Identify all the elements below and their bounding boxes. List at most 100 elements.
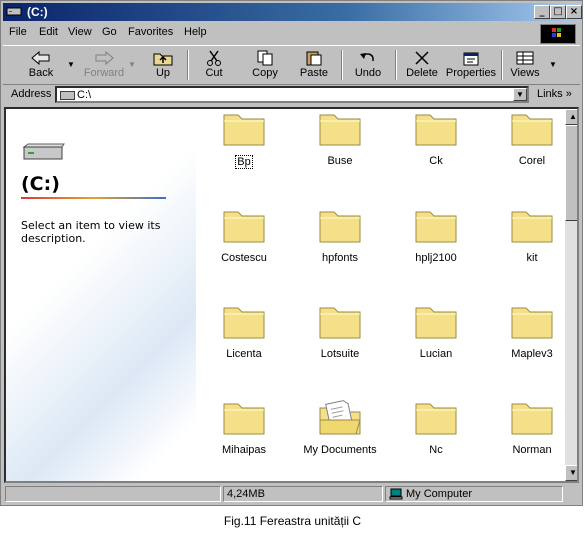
folder-icon <box>319 307 361 339</box>
folder-item[interactable]: Licenta <box>196 302 292 382</box>
scroll-down-button[interactable]: ▼ <box>565 465 577 481</box>
links-button[interactable]: Links » <box>537 88 572 100</box>
delete-x-icon <box>415 51 429 65</box>
maximize-button[interactable]: □ <box>550 5 566 19</box>
status-location: My Computer <box>385 486 563 502</box>
folder-name: Lucian <box>419 348 453 360</box>
copy-button[interactable]: Copy <box>248 48 282 82</box>
explorer-window: (C:) _ □ × File Edit View Go Favorites H… <box>0 0 583 506</box>
folder-name: Ck <box>429 155 443 167</box>
forward-button[interactable]: Forward <box>79 48 129 82</box>
drive-icon <box>60 91 75 100</box>
menu-favorites[interactable]: Favorites <box>128 26 173 38</box>
folder-icon <box>511 211 553 243</box>
folder-icon <box>511 403 553 435</box>
address-dropdown-button[interactable]: ▼ <box>513 88 527 101</box>
paste-button[interactable]: Paste <box>297 48 331 82</box>
address-bar: Address C:\ ▼ Links » <box>3 85 580 105</box>
windows-logo <box>540 24 576 44</box>
folder-name: Lotsuite <box>320 348 360 360</box>
menu-help[interactable]: Help <box>184 26 207 38</box>
folder-icon <box>511 114 553 146</box>
clipboard-icon <box>306 51 322 66</box>
folder-name: Corel <box>518 155 546 167</box>
address-value: C:\ <box>77 89 92 101</box>
folder-name: Licenta <box>226 348 262 360</box>
folder-item[interactable]: Buse <box>292 109 388 189</box>
folder-item[interactable]: Lucian <box>388 302 484 382</box>
folder-icon <box>319 211 361 243</box>
folder-item[interactable]: Nc <box>388 398 484 478</box>
vertical-scrollbar[interactable]: ▲ ▼ <box>565 109 577 481</box>
scroll-up-button[interactable]: ▲ <box>565 109 577 125</box>
folder-icon <box>319 114 361 146</box>
views-grid-icon <box>516 51 534 65</box>
folder-name: hplj2100 <box>415 252 457 264</box>
figure-caption: Fig.11 Fereastra unității C <box>223 514 362 528</box>
folder-item[interactable]: hpfonts <box>292 206 388 286</box>
pane-title: (C:) <box>21 173 60 195</box>
undo-icon <box>360 53 374 62</box>
back-dropdown[interactable]: ▼ <box>67 60 75 69</box>
status-size: 4,24MB <box>223 486 383 502</box>
folder-icon <box>223 114 265 146</box>
menu-edit[interactable]: Edit <box>39 26 58 38</box>
minimize-button[interactable]: _ <box>534 5 550 19</box>
properties-icon <box>463 52 479 66</box>
pane-description: Select an item to view its description. <box>21 219 161 245</box>
folder-item[interactable]: My Documents <box>292 398 388 478</box>
my-computer-icon <box>389 488 403 500</box>
folder-item[interactable]: Lotsuite <box>292 302 388 382</box>
menu-view[interactable]: View <box>68 26 92 38</box>
folder-item[interactable]: hplj2100 <box>388 206 484 286</box>
undo-button[interactable]: Undo <box>351 48 385 82</box>
drive-icon <box>6 7 22 16</box>
folder-item[interactable]: Costescu <box>196 206 292 286</box>
status-panel-left <box>5 486 221 502</box>
cut-button[interactable]: Cut <box>199 48 229 82</box>
folder-icon <box>415 211 457 243</box>
views-dropdown[interactable]: ▼ <box>549 60 557 69</box>
back-button[interactable]: Back <box>21 48 61 82</box>
folder-name: Bp <box>235 155 253 169</box>
folder-item[interactable]: Ck <box>388 109 484 189</box>
delete-button[interactable]: Delete <box>403 48 441 82</box>
close-button[interactable]: × <box>566 5 582 19</box>
scissors-icon <box>207 50 221 66</box>
forward-arrow-icon <box>95 50 114 66</box>
folder-grid: Bp Buse Ck Corel Costescu hpfonts hplj21… <box>196 109 564 481</box>
folder-item[interactable]: Mihaipas <box>196 398 292 478</box>
forward-dropdown[interactable]: ▼ <box>128 60 136 69</box>
my-documents-folder-icon <box>319 400 361 435</box>
address-input[interactable]: C:\ ▼ <box>55 86 529 103</box>
folder-name: My Documents <box>303 444 377 456</box>
up-folder-icon <box>153 53 173 66</box>
folder-icon <box>223 307 265 339</box>
copy-icon <box>257 50 273 66</box>
folder-icon <box>223 211 265 243</box>
folder-icon <box>415 307 457 339</box>
scroll-thumb[interactable] <box>565 125 577 221</box>
folder-name: Costescu <box>221 252 267 264</box>
folder-item[interactable]: Bp <box>196 109 292 189</box>
title-bar[interactable]: (C:) _ □ × <box>3 3 582 21</box>
folder-icon <box>511 307 553 339</box>
folder-name: hpfonts <box>321 252 359 264</box>
back-arrow-icon <box>31 50 50 66</box>
window-title: (C:) <box>27 5 48 19</box>
address-label: Address <box>11 88 52 100</box>
menu-file[interactable]: File <box>9 26 27 38</box>
menu-go[interactable]: Go <box>102 26 117 38</box>
web-view-pane: (C:) Select an item to view its descript… <box>6 109 196 481</box>
folder-name: Norman <box>512 444 552 456</box>
folder-name: kit <box>526 252 538 264</box>
up-button[interactable]: Up <box>147 48 179 82</box>
folder-icon <box>415 403 457 435</box>
properties-button[interactable]: Properties <box>445 48 497 82</box>
menu-bar: File Edit View Go Favorites Help <box>3 23 580 44</box>
folder-name: Mihaipas <box>221 444 267 456</box>
views-button[interactable]: Views <box>507 48 543 82</box>
title-underline <box>21 197 166 199</box>
folder-view: (C:) Select an item to view its descript… <box>4 107 579 483</box>
folder-name: Maplev3 <box>511 348 553 360</box>
